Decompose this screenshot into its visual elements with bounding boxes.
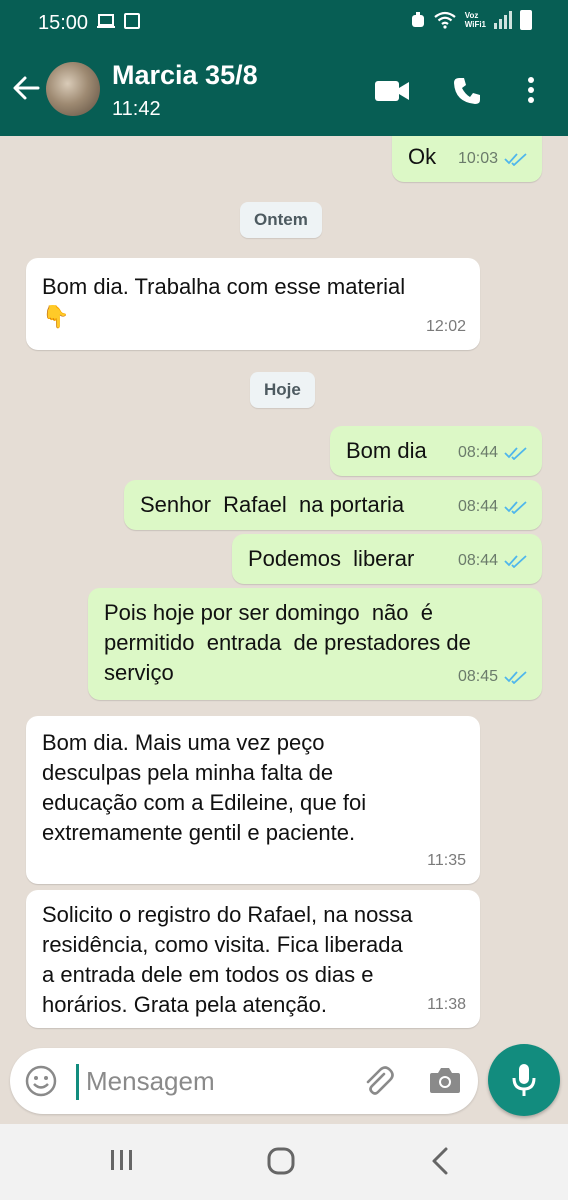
contact-name[interactable]: Marcia 35/8 <box>112 60 258 91</box>
message-text: Solicito o registro do Rafael, na nossa r… <box>42 902 413 1017</box>
message-bubble-out[interactable]: Ok 10:03 <box>392 136 542 182</box>
message-text: Bom dia. Trabalha com esse material 👇 <box>42 274 406 329</box>
read-ticks-icon <box>504 501 527 514</box>
message-bubble-in[interactable]: Solicito o registro do Rafael, na nossa r… <box>26 890 480 1028</box>
text-caret <box>76 1064 79 1100</box>
emoji-icon[interactable] <box>24 1064 58 1098</box>
message-meta: 11:35 <box>427 852 466 869</box>
message-composer <box>10 1048 478 1114</box>
mic-icon <box>512 1064 536 1096</box>
message-text: Podemos liberar <box>248 546 415 571</box>
message-input[interactable] <box>86 1060 346 1102</box>
status-time: 15:00 <box>38 12 89 34</box>
voz-wifi-label: Voz WiFi1 <box>464 11 486 29</box>
phone-icon[interactable] <box>452 76 482 106</box>
message-bubble-in[interactable]: Bom dia. Trabalha com esse material 👇 12:… <box>26 258 480 350</box>
message-text: Bom dia. Mais uma vez peço desculpas pela… <box>42 730 367 845</box>
message-bubble-out[interactable]: Bom dia 08:44 <box>330 426 542 476</box>
status-right-icons: Voz WiFi1 <box>411 10 532 30</box>
recent-apps-icon[interactable] <box>108 1146 136 1174</box>
home-icon[interactable] <box>266 1146 296 1176</box>
alarm-icon <box>411 12 424 27</box>
message-bubble-out[interactable]: Senhor Rafael na portaria 08:44 <box>124 480 542 530</box>
attach-clip-icon[interactable] <box>360 1064 394 1098</box>
message-meta: 08:44 <box>458 492 528 522</box>
battery-icon <box>520 10 532 30</box>
contact-status: 11:42 <box>112 98 161 120</box>
message-meta: 08:44 <box>458 546 528 576</box>
message-meta: 11:38 <box>427 996 466 1013</box>
message-meta: 08:44 <box>458 438 528 468</box>
read-ticks-icon <box>504 153 527 166</box>
date-chip: Ontem <box>240 202 322 238</box>
message-text: Senhor Rafael na portaria <box>140 492 405 517</box>
wifi-icon <box>434 11 456 29</box>
message-meta: 10:03 <box>458 144 528 174</box>
message-text: Bom dia <box>346 438 427 463</box>
chat-header: Marcia 35/8 11:42 <box>0 44 568 136</box>
read-ticks-icon <box>504 447 527 460</box>
message-meta: 08:45 <box>458 662 528 692</box>
status-left-icons <box>96 13 140 29</box>
mic-button[interactable] <box>488 1044 560 1116</box>
more-options-icon[interactable] <box>526 76 536 104</box>
camera-icon[interactable] <box>428 1064 462 1096</box>
message-bubble-out[interactable]: Podemos liberar 08:44 <box>232 534 542 584</box>
date-chip: Hoje <box>250 372 315 408</box>
nav-back-icon[interactable] <box>428 1146 452 1176</box>
video-call-icon[interactable] <box>374 80 410 102</box>
system-nav-bar <box>0 1124 568 1200</box>
message-text: Pois hoje por ser domingo não é permitido… <box>104 600 471 685</box>
chat-area[interactable]: Ok 10:03 Ontem Bom dia. Trabalha com ess… <box>0 136 568 1038</box>
notification-icon <box>124 13 140 29</box>
avatar[interactable] <box>46 62 100 116</box>
signal-icon <box>494 11 512 29</box>
back-arrow-icon[interactable] <box>10 72 42 104</box>
pointing-down-emoji: 👇 <box>42 304 70 329</box>
laptop-icon <box>97 14 115 28</box>
message-bubble-out[interactable]: Pois hoje por ser domingo não é permitido… <box>88 588 542 700</box>
read-ticks-icon <box>504 555 527 568</box>
message-bubble-in[interactable]: Bom dia. Mais uma vez peço desculpas pela… <box>26 716 480 884</box>
read-ticks-icon <box>504 671 527 684</box>
status-bar: 15:00 Voz WiFi1 <box>0 0 568 44</box>
message-meta: 12:02 <box>425 318 466 335</box>
message-text: Ok <box>408 144 437 169</box>
